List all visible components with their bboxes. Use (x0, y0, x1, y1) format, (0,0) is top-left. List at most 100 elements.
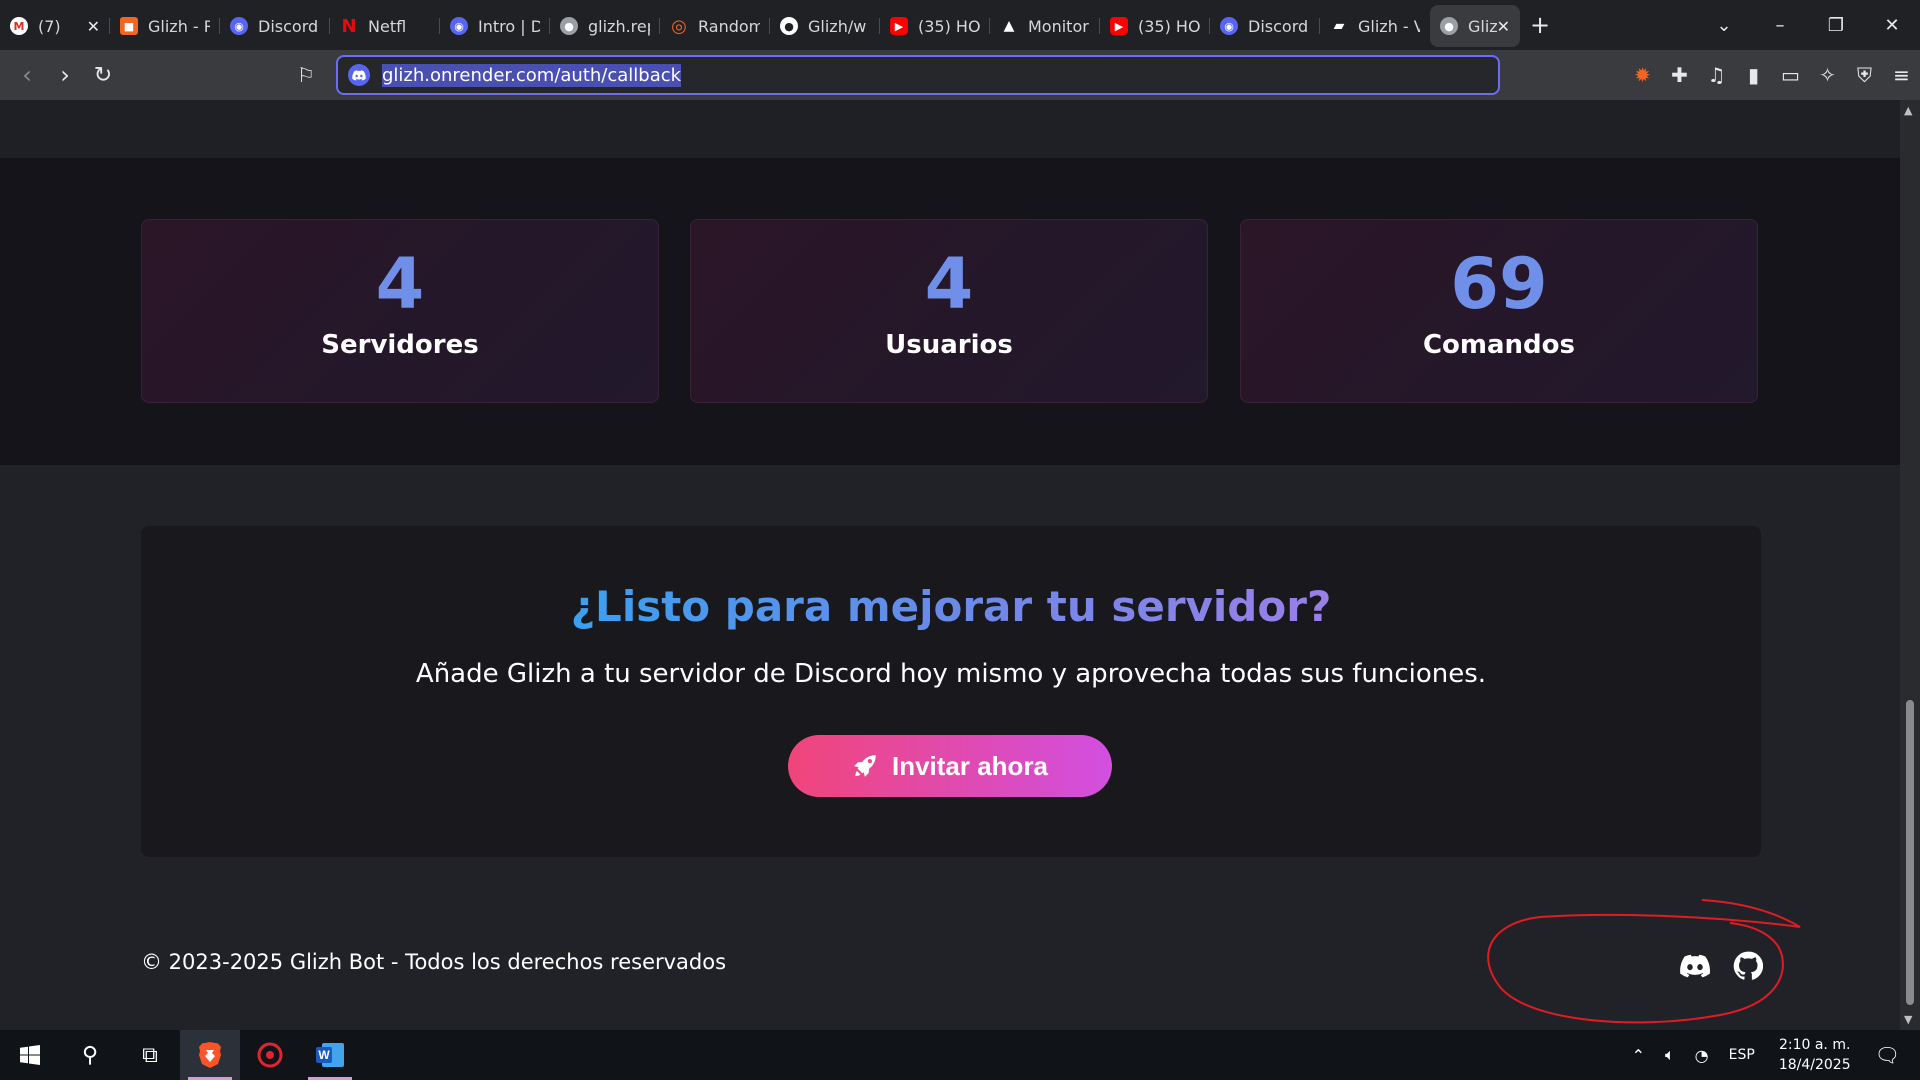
rocket-icon (854, 755, 876, 777)
tab-4[interactable]: ◉ Intro | D (440, 5, 550, 47)
language-indicator[interactable]: ESP (1729, 1047, 1755, 1063)
close-window-icon[interactable]: ✕ (1864, 15, 1920, 36)
annotation-circle (1487, 899, 1801, 1024)
cta-section: ¿Listo para mejorar tu servidor? Añade G… (141, 526, 1761, 857)
tab-search-icon[interactable]: ⌄ (1696, 15, 1752, 36)
search-icon[interactable]: ⚲ (60, 1030, 120, 1080)
monitor-icon: ▲ (1003, 18, 1015, 34)
tab-10[interactable]: ▶ (35) HO (1100, 5, 1210, 47)
stat-label: Usuarios (885, 330, 1013, 360)
system-tray: ⌃ 🔈︎ ◔ ESP 2:10 a. m. 18/4/2025 🗨︎ (1622, 1030, 1920, 1080)
tab-title: Random (698, 16, 760, 36)
close-tab-icon[interactable]: ✕ (87, 17, 100, 36)
windows-start-icon[interactable] (0, 1030, 60, 1080)
brave-icon[interactable] (180, 1030, 240, 1080)
tab-title: (7) (38, 16, 61, 36)
clock-date: 18/4/2025 (1778, 1057, 1851, 1073)
cta-subtitle: Añade Glizh a tu servidor de Discord hoy… (415, 659, 1487, 689)
tab-9[interactable]: ▲ Monitor (990, 5, 1100, 47)
wallet-icon[interactable]: ▭ (1772, 63, 1809, 87)
cta-title: ¿Listo para mejorar tu servidor? (570, 582, 1332, 631)
minimize-icon[interactable]: – (1752, 15, 1808, 36)
stats-section: 4 Servidores 4 Usuarios 69 Comandos (0, 158, 1900, 465)
render-icon: ■ (120, 17, 138, 35)
tab-8[interactable]: ▶ (35) HO (880, 5, 990, 47)
app-red-icon[interactable] (240, 1030, 300, 1080)
leo-ai-icon[interactable]: ✧ (1809, 63, 1846, 87)
globe-icon: ● (560, 17, 578, 35)
extensions-icon[interactable]: ✚ (1661, 63, 1698, 87)
invite-button-label: Invitar ahora (891, 750, 1049, 781)
scrollbar-thumb[interactable] (1906, 700, 1914, 1005)
reload-icon[interactable]: ↻ (84, 63, 122, 88)
netflix-icon: N (341, 15, 357, 37)
menu-icon[interactable]: ≡ (1883, 63, 1920, 87)
tab-12[interactable]: ▰ Glizh - V (1320, 5, 1430, 47)
tab-title: Glizh - R (148, 16, 210, 36)
tab-5[interactable]: ● glizh.rep (550, 5, 660, 47)
close-tab-icon[interactable]: ✕ (1497, 17, 1510, 36)
youtube-icon: ▶ (1110, 17, 1128, 35)
chevron-up-icon[interactable]: ⌃ (1632, 1046, 1645, 1065)
window-controls: ⌄ – ❐ ✕ (1696, 0, 1920, 50)
tab-2[interactable]: ◉ Discord (220, 5, 330, 47)
stat-label: Comandos (1422, 330, 1576, 360)
vercel-icon: ▰ (1333, 18, 1345, 34)
bookmark-icon[interactable]: ⚐ (287, 63, 325, 87)
tab-7[interactable]: ● Glizh/w (770, 5, 880, 47)
back-icon[interactable]: ‹ (8, 61, 46, 89)
stat-card-users: 4 Usuarios (690, 219, 1208, 403)
clock-time: 2:10 a. m. (1778, 1037, 1851, 1053)
tab-title: Intro | D (478, 16, 540, 36)
tab-title: Glizh/w (808, 16, 867, 36)
notifications-icon[interactable]: 🗨︎ (1875, 1043, 1900, 1067)
media-icon[interactable]: ♫ (1698, 63, 1735, 87)
tab-title: (35) HO (1138, 16, 1200, 36)
restore-icon[interactable]: ❐ (1808, 15, 1864, 36)
discord-icon: ◉ (1220, 17, 1238, 35)
tab-11[interactable]: ◉ Discord (1210, 5, 1320, 47)
svg-text:W: W (318, 1048, 330, 1062)
stat-value: 4 (924, 243, 974, 325)
tab-13-active[interactable]: ● Glizh ✕ (1430, 5, 1520, 47)
stat-value: 69 (1450, 243, 1548, 325)
fingerprint-icon: ◎ (671, 15, 687, 37)
github-icon[interactable] (1733, 951, 1763, 981)
address-bar[interactable]: glizh.onrender.com/auth/callback (336, 55, 1500, 95)
discord-icon[interactable] (1680, 951, 1710, 981)
scroll-down-icon[interactable]: ▼ (1904, 1013, 1912, 1026)
discord-icon: ◉ (450, 17, 468, 35)
page-scrollbar[interactable]: ▲ ▼ (1900, 100, 1920, 1030)
github-icon: ● (780, 17, 798, 35)
clock[interactable]: 2:10 a. m. 18/4/2025 (1779, 1035, 1851, 1075)
word-icon[interactable]: W (300, 1030, 360, 1080)
invite-button[interactable]: Invitar ahora (788, 735, 1112, 797)
web-page: 4 Servidores 4 Usuarios 69 Comandos ¿Lis… (0, 100, 1900, 1030)
tab-title: Discord (258, 16, 319, 36)
volume-icon[interactable]: 🔈︎ (1665, 1045, 1675, 1065)
tab-title: Glizh - V (1358, 16, 1420, 36)
vpn-icon[interactable]: ⛨ (1846, 63, 1883, 87)
brave-shields-icon[interactable]: ✹ (1624, 63, 1661, 87)
tab-3[interactable]: N Netfl (330, 5, 440, 47)
tab-1[interactable]: ■ Glizh - R (110, 5, 220, 47)
tab-title: (35) HO (918, 16, 980, 36)
new-tab-button[interactable]: + (1520, 11, 1560, 39)
sidebar-icon[interactable]: ▮ (1735, 63, 1772, 87)
tab-6[interactable]: ◎ Random (660, 5, 770, 47)
wifi-icon[interactable]: ◔ (1695, 1046, 1709, 1065)
url-text[interactable]: glizh.onrender.com/auth/callback (382, 63, 682, 87)
task-view-icon[interactable]: ⧉ (120, 1030, 180, 1080)
stat-label: Servidores (321, 330, 479, 360)
tab-title: Glizh (1468, 16, 1497, 36)
tab-strip: M (7) ✕ ■ Glizh - R ◉ Discord N Netfl ◉ … (0, 0, 1920, 50)
forward-icon[interactable]: › (46, 61, 84, 89)
scroll-up-icon[interactable]: ▲ (1904, 104, 1912, 117)
windows-taskbar: ⚲ ⧉ W ⌃ 🔈︎ ◔ ESP 2:10 a. m. 18/4/2025 🗨︎ (0, 1030, 1920, 1080)
gmail-icon: M (10, 17, 28, 35)
globe-icon: ● (1440, 17, 1458, 35)
browser-toolbar: ‹ › ↻ ⚐ glizh.onrender.com/auth/callback… (0, 50, 1920, 100)
discord-icon: ◉ (230, 17, 248, 35)
tab-0[interactable]: M (7) ✕ (0, 5, 110, 47)
top-section (0, 100, 1900, 158)
